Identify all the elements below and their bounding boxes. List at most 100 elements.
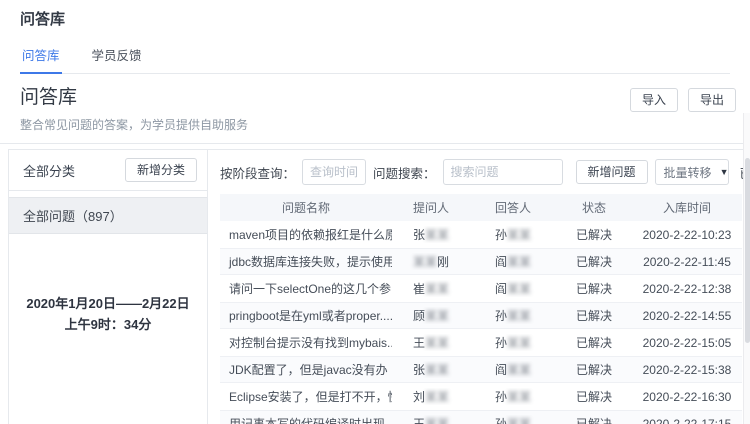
- question-name-text: JDK配置了，但是javac没有办 ......: [229, 363, 392, 377]
- answerer-cell: 孙某某: [470, 226, 556, 243]
- person-name-redacted: 某某: [425, 309, 450, 323]
- person-name-visible: 阎: [494, 363, 507, 377]
- add-category-button[interactable]: 新增分类: [124, 158, 197, 183]
- batch-transfer-label: 批量转移: [663, 165, 712, 180]
- tab-student-feedback[interactable]: 学员反馈: [90, 41, 144, 73]
- person-name-redacted: 某某: [507, 309, 532, 323]
- col-header-asker: 提问人: [412, 201, 449, 215]
- person-name-redacted: 某某: [507, 255, 532, 269]
- person-name-redacted: 某某: [425, 336, 450, 350]
- section-title: 问答库: [20, 87, 78, 108]
- status-cell: 已解决: [575, 363, 612, 377]
- person-name-visible: 崔: [412, 282, 425, 296]
- table-header-row: 问题名称 提问人 回答人 状态 入库时间: [220, 194, 742, 221]
- person-name-visible: 阎: [494, 255, 507, 269]
- person-name-redacted: 某某: [425, 228, 450, 242]
- stage-query-label: 按阶段查询：: [220, 166, 296, 181]
- entry-time-cell: 2020-2-22-11:45: [643, 254, 731, 269]
- section-header: 问答库 整合常见问题的答案，为学员提供自助服务 导入 导出: [0, 74, 750, 144]
- answerer-cell: 孙某某: [470, 307, 556, 324]
- sidebar-item-all-questions[interactable]: 全部问题（897）: [9, 197, 207, 235]
- table-row: 对控制台提示没有找到mybais......查看详情王某某孙某某已解决2020-…: [220, 329, 742, 356]
- question-name-cell: pringboot是在yml或者proper.....查看详情: [220, 307, 392, 324]
- question-name-text: 用记事本写的代码编译时出现 ......: [229, 417, 392, 424]
- question-name-text: pringboot是在yml或者proper.....: [229, 309, 392, 323]
- question-name-cell: JDK配置了，但是javac没有办 ......查看详情: [220, 361, 392, 378]
- person-name-visible: 孙: [494, 228, 507, 242]
- asker-cell: 刘某某: [392, 388, 470, 405]
- answerer-cell: 阎某某: [470, 253, 556, 270]
- col-header-question-name: 问题名称: [281, 201, 330, 215]
- add-question-button[interactable]: 新增问题: [575, 159, 648, 185]
- question-search-input[interactable]: [442, 159, 563, 185]
- answerer-cell: 阎某某: [470, 280, 556, 297]
- asker-cell: 张某某: [392, 361, 470, 378]
- answerer-cell: 孙某某: [470, 334, 556, 351]
- table-row: JDK配置了，但是javac没有办 ......查看详情张某某阎某某已解决202…: [220, 356, 742, 383]
- filter-toolbar: 按阶段查询： 问题搜索： 新增问题 批量转移 ▼ 已选择 0: [220, 159, 750, 185]
- status-cell: 已解决: [575, 417, 612, 424]
- question-name-text: 对控制台提示没有找到mybais......: [229, 336, 392, 350]
- answerer-cell: 阎某某: [470, 361, 556, 378]
- person-name-redacted: 某某: [507, 390, 532, 404]
- asker-cell: 王某某: [392, 415, 470, 424]
- person-name-redacted: 某某: [425, 282, 450, 296]
- asker-cell: 张某某: [392, 226, 470, 243]
- category-sidebar: 全部分类 新增分类 全部问题（897） 2020年1月20日——2月22日 上午…: [9, 150, 208, 424]
- person-name-redacted: 某某: [412, 255, 437, 269]
- table-row: jdbc数据库连接失败，提示使用......查看详情某某刚阎某某已解决2020-…: [220, 248, 742, 275]
- all-categories-label: 全部分类: [23, 163, 76, 179]
- batch-transfer-select[interactable]: 批量转移 ▼: [654, 159, 729, 185]
- person-name-redacted: 某某: [425, 417, 450, 424]
- table-row: 用记事本写的代码编译时出现 ......查看详情王某某孙某某已解决2020-2-…: [220, 410, 742, 424]
- entry-time-cell: 2020-2-22-17:15: [642, 416, 732, 424]
- page-scrollbar[interactable]: [743, 113, 750, 424]
- col-header-entry-time: 入库时间: [662, 201, 711, 215]
- person-name-visible: 孙: [494, 336, 507, 350]
- question-name-text: Eclipse安装了，但是打不开，快 ......: [229, 390, 392, 404]
- person-name-visible: 阎: [494, 282, 507, 296]
- table-body: maven项目的依赖报红是什么原因呢？张某某孙某某已解决2020-2-22-10…: [220, 221, 742, 424]
- person-name-redacted: 某某: [425, 390, 450, 404]
- question-search-label: 问题搜索：: [373, 166, 436, 181]
- col-header-answerer: 回答人: [494, 201, 531, 215]
- person-name-redacted: 某某: [507, 363, 532, 377]
- tab-qa-library[interactable]: 问答库: [20, 41, 62, 74]
- section-header-text: 问答库 整合常见问题的答案，为学员提供自助服务: [20, 82, 248, 133]
- question-name-text: 请问一下selectOne的这几个参......: [229, 282, 392, 296]
- scrollbar-thumb[interactable]: [744, 158, 750, 343]
- person-name-redacted: 某某: [507, 336, 532, 350]
- status-cell: 已解决: [575, 336, 612, 350]
- entry-time-cell: 2020-2-22-12:38: [642, 281, 732, 296]
- time-text: 上午9时：34分: [64, 317, 152, 333]
- status-cell: 已解决: [575, 282, 612, 296]
- person-name-visible: 张: [412, 363, 425, 377]
- table-row: 请问一下selectOne的这几个参......查看详情崔某某阎某某已解决202…: [220, 275, 742, 302]
- question-name-cell: maven项目的依赖报红是什么原因呢？: [220, 226, 392, 243]
- status-cell: 已解决: [575, 309, 612, 323]
- stage-query-input[interactable]: [302, 159, 367, 185]
- status-cell: 已解决: [575, 390, 612, 404]
- person-name-redacted: 某某: [507, 282, 532, 296]
- person-name-visible: 刚: [437, 255, 450, 269]
- page-title: 问答库: [20, 11, 66, 28]
- table-row: pringboot是在yml或者proper.....查看详情顾某某孙某某已解决…: [220, 302, 742, 329]
- status-cell: 已解决: [575, 228, 612, 242]
- entry-time-cell: 2020-2-22-10:23: [642, 227, 732, 242]
- person-name-visible: 孙: [494, 309, 507, 323]
- question-list-panel: 按阶段查询： 问题搜索： 新增问题 批量转移 ▼ 已选择 0 问题名称 提问人 …: [208, 150, 750, 424]
- table-row: maven项目的依赖报红是什么原因呢？张某某孙某某已解决2020-2-22-10…: [220, 221, 742, 248]
- asker-cell: 某某刚: [392, 253, 470, 270]
- status-cell: 已解决: [575, 255, 612, 269]
- export-button[interactable]: 导出: [687, 88, 736, 113]
- col-header-status: 状态: [581, 201, 606, 215]
- section-subtitle: 整合常见问题的答案，为学员提供自助服务: [20, 118, 249, 132]
- entry-time-cell: 2020-2-22-14:55: [642, 308, 732, 323]
- sidebar-header: 全部分类 新增分类: [9, 150, 207, 192]
- entry-time-cell: 2020-2-22-15:05: [642, 335, 732, 350]
- person-name-visible: 王: [412, 336, 425, 350]
- date-range-text: 2020年1月20日——2月22日: [26, 296, 190, 312]
- import-button[interactable]: 导入: [629, 88, 678, 113]
- question-name-text: jdbc数据库连接失败，提示使用......: [229, 255, 392, 269]
- question-name-cell: 请问一下selectOne的这几个参......查看详情: [220, 280, 392, 297]
